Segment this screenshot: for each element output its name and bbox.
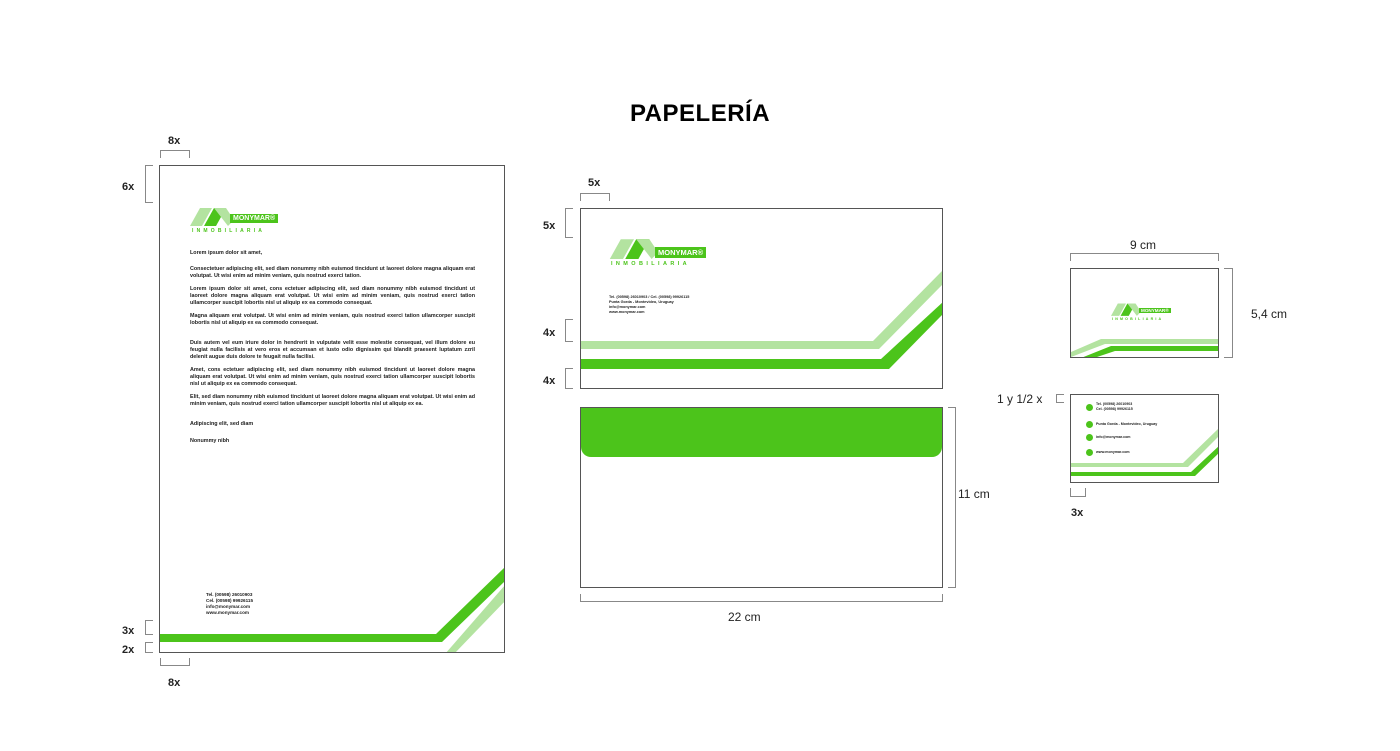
- envelope-stripe1-label: 4x: [543, 327, 556, 339]
- envelope-width-label: 22 cm: [728, 610, 761, 624]
- letterhead-left-margin-label: 8x: [168, 135, 181, 147]
- envelope-front: MONYMAR® INMOBILIARIA Tel. (00598) 26010…: [580, 208, 943, 389]
- envelope-stripe2-label: 4x: [543, 375, 556, 387]
- envelope-top-margin-bracket: [565, 208, 573, 238]
- letterhead-bottom-gap-label: 2x: [122, 644, 135, 656]
- letterhead-top-margin-label: 6x: [122, 181, 135, 193]
- envelope-stripe1-bracket: [565, 319, 573, 342]
- letterhead-bottom-gap-bracket: [145, 642, 153, 653]
- letterhead-line-gap-label: 3x: [122, 625, 135, 637]
- card-top-margin-bracket: [1056, 394, 1064, 403]
- card-back: Tel. (00598) 26010903 Cel. (00598) 99926…: [1070, 394, 1219, 483]
- card-height-label: 5,4 cm: [1251, 307, 1288, 321]
- envelope-height-label: 11 cm: [958, 487, 990, 501]
- envelope-height-bracket: [948, 407, 956, 588]
- envelope-left-margin-bracket: [580, 193, 610, 201]
- letterhead-bottom-margin-label: 8x: [168, 677, 181, 689]
- card-height-bracket: [1224, 268, 1233, 358]
- card-left-margin-bracket: [1070, 488, 1086, 497]
- card-top-margin-label: 1 y 1/2 x: [997, 392, 1043, 406]
- card-front: MONYMAR® INMOBILIARIA: [1070, 268, 1219, 358]
- letterhead-top-margin-bracket: [145, 165, 153, 203]
- envelope-width-bracket: [580, 594, 943, 602]
- letterhead-stripes: [160, 567, 504, 652]
- card-width-bracket: [1070, 253, 1219, 261]
- card-left-margin-label: 3x: [1071, 507, 1084, 519]
- letterhead-sheet: MONYMAR® INMOBILIARIA Lorem ipsum dolor …: [159, 165, 505, 653]
- card-back-stripes: [1071, 428, 1218, 476]
- letterhead-line-gap-bracket: [145, 620, 153, 635]
- card-width-label: 9 cm: [1130, 238, 1157, 252]
- envelope-left-margin-label: 5x: [588, 177, 601, 189]
- letterhead-left-margin-bracket: [160, 150, 190, 158]
- letterhead-bottom-margin-bracket: [160, 658, 190, 666]
- page-title: PAPELERÍA: [629, 100, 771, 127]
- envelope-back: [580, 407, 943, 588]
- card-front-stripes: [1071, 339, 1218, 357]
- envelope-flap: [581, 408, 942, 457]
- envelope-stripes: [581, 271, 942, 369]
- envelope-stripe2-bracket: [565, 368, 573, 389]
- envelope-top-margin-label: 5x: [543, 220, 556, 232]
